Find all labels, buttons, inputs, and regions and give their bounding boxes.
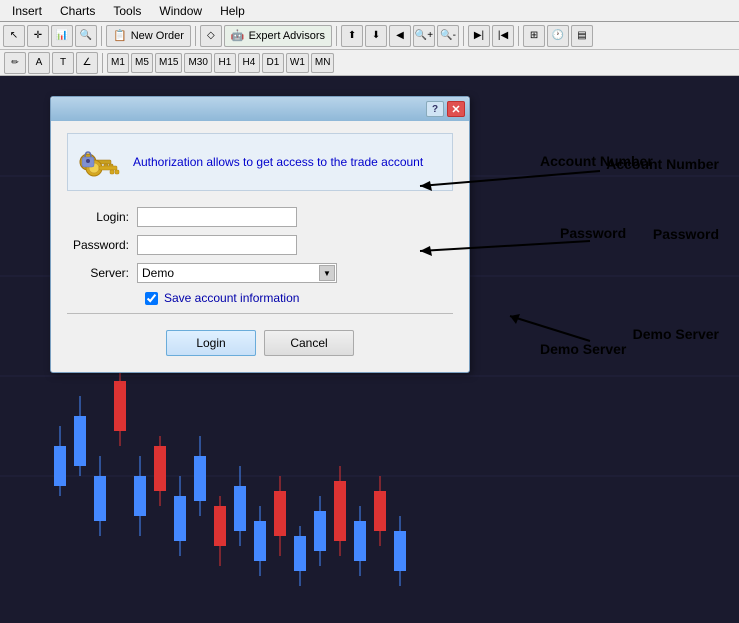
menu-help[interactable]: Help: [212, 2, 253, 20]
prop1-btn[interactable]: ▶|: [468, 25, 490, 47]
sep3: [336, 26, 337, 46]
password-label: Password:: [67, 238, 137, 252]
period-up-btn[interactable]: ⬆: [341, 25, 363, 47]
toolbar2: ✏ A T ∠ M1 M5 M15 M30 H1 H4 D1 W1 MN: [0, 50, 739, 76]
crosshair-btn[interactable]: ✛: [27, 25, 49, 47]
login-button[interactable]: Login: [166, 330, 256, 356]
keys-icon: [76, 142, 121, 182]
sep4: [463, 26, 464, 46]
grid-btn[interactable]: ⊞: [523, 25, 545, 47]
password-input[interactable]: [137, 235, 297, 255]
nav-left-btn[interactable]: ◀: [389, 25, 411, 47]
sep1: [101, 26, 102, 46]
tf-m5[interactable]: M5: [131, 53, 153, 73]
sep2: [195, 26, 196, 46]
toolbar1: ↖ ✛ 📊 🔍 📋 New Order ◇ 🤖 Expert Advisors …: [0, 22, 739, 50]
tf-d1[interactable]: D1: [262, 53, 284, 73]
period-down-btn[interactable]: ⬇: [365, 25, 387, 47]
new-order-label: New Order: [131, 30, 184, 42]
server-row: Server: ▼: [67, 263, 453, 283]
dialog-buttons: Login Cancel: [67, 322, 453, 360]
prop2-btn[interactable]: |◀: [492, 25, 514, 47]
line-studies-btn[interactable]: ✏: [4, 52, 26, 74]
save-checkbox-row: Save account information: [145, 291, 453, 305]
login-row: Login:: [67, 207, 453, 227]
password-row: Password:: [67, 235, 453, 255]
tf-h1[interactable]: H1: [214, 53, 236, 73]
arrow-tool-btn[interactable]: ↖: [3, 25, 25, 47]
expert-advisors-btn[interactable]: 🤖 Expert Advisors: [224, 25, 332, 47]
menu-charts[interactable]: Charts: [52, 2, 103, 20]
menu-tools[interactable]: Tools: [105, 2, 149, 20]
t-btn[interactable]: T: [52, 52, 74, 74]
zoom-out-btn[interactable]: 🔍-: [437, 25, 459, 47]
save-checkbox[interactable]: [145, 292, 158, 305]
line-chart-btn[interactable]: 📊: [51, 25, 73, 47]
tf-h4[interactable]: H4: [238, 53, 260, 73]
login-input[interactable]: [137, 207, 297, 227]
menu-bar: Insert Charts Tools Window Help: [0, 0, 739, 22]
tf-m1[interactable]: M1: [107, 53, 129, 73]
sep6: [102, 53, 103, 73]
tf-m15[interactable]: M15: [155, 53, 182, 73]
dialog-content: Authorization allows to get access to th…: [51, 121, 469, 372]
cancel-button[interactable]: Cancel: [264, 330, 354, 356]
tf-m30[interactable]: M30: [184, 53, 211, 73]
dialog-close-btn[interactable]: ✕: [447, 101, 465, 117]
expert-label: Expert Advisors: [249, 30, 325, 42]
menu-insert[interactable]: Insert: [4, 2, 50, 20]
dialog-overlay: ? ✕: [0, 76, 739, 623]
server-select-wrapper: ▼: [137, 263, 337, 283]
new-order-icon: 📋: [113, 29, 127, 42]
a-btn[interactable]: A: [28, 52, 50, 74]
misc-btn[interactable]: ▤: [571, 25, 593, 47]
dialog-titlebar: ? ✕: [51, 97, 469, 121]
dialog-help-btn[interactable]: ?: [426, 101, 444, 117]
server-input[interactable]: [137, 263, 337, 283]
zoom-in-btn[interactable]: 🔍+: [413, 25, 435, 47]
dialog-header: Authorization allows to get access to th…: [67, 133, 453, 191]
login-label: Login:: [67, 210, 137, 224]
expert-icon: 🤖: [231, 29, 245, 42]
dialog-separator: [67, 313, 453, 314]
angle-btn[interactable]: ∠: [76, 52, 98, 74]
save-checkbox-label[interactable]: Save account information: [164, 291, 299, 305]
login-dialog: ? ✕: [50, 96, 470, 373]
tf-w1[interactable]: W1: [286, 53, 309, 73]
sep5: [518, 26, 519, 46]
menu-window[interactable]: Window: [151, 2, 210, 20]
indicator-btn[interactable]: ◇: [200, 25, 222, 47]
server-label: Server:: [67, 266, 137, 280]
zoom-btn[interactable]: 🔍: [75, 25, 97, 47]
tf-mn[interactable]: MN: [311, 53, 335, 73]
new-order-btn[interactable]: 📋 New Order: [106, 25, 191, 47]
dialog-header-text: Authorization allows to get access to th…: [133, 155, 423, 169]
clock-btn[interactable]: 🕐: [547, 25, 569, 47]
